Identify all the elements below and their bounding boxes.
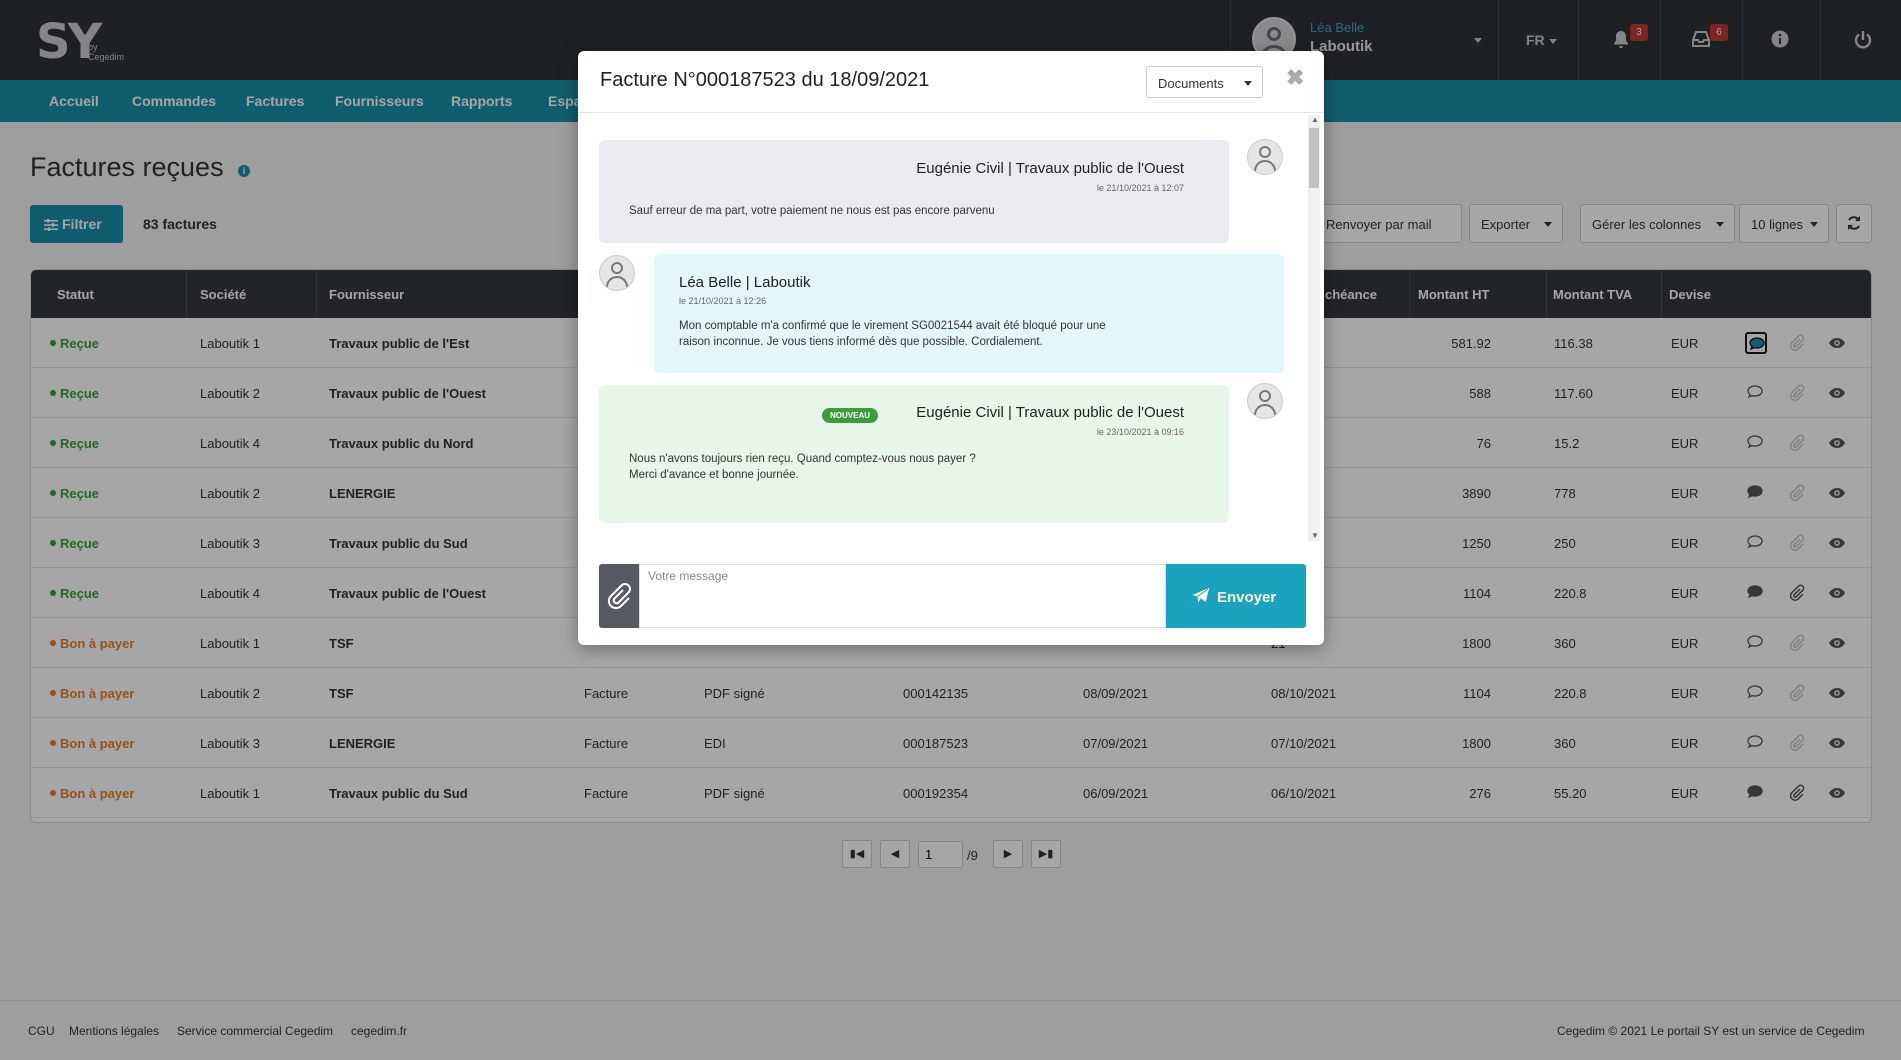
modal-title: Facture N°000187523 du 18/09/2021 (600, 69, 930, 91)
close-icon[interactable]: ✖ (1286, 65, 1304, 91)
message-author: Eugénie Civil | Travaux public de l'Oues… (916, 160, 1184, 177)
invoice-chat-modal: Facture N°000187523 du 18/09/2021 Docume… (578, 51, 1324, 645)
message-line: Sauf erreur de ma part, votre paiement n… (629, 205, 995, 217)
message-date: le 21/10/2021 à 12:07 (1096, 183, 1184, 193)
new-badge: NOUVEAU (822, 408, 879, 423)
documents-select[interactable]: Documents (1146, 66, 1263, 98)
message-date: le 23/10/2021 à 09:16 (1096, 427, 1184, 437)
attach-button[interactable] (599, 564, 639, 628)
avatar (1247, 383, 1283, 419)
scrollbar-thumb[interactable] (1309, 128, 1319, 188)
message-line: Nous n'avons toujours rien reçu. Quand c… (629, 453, 976, 465)
message-date: le 21/10/2021 à 12:26 (679, 296, 767, 306)
message-text: Nous n'avons toujours rien reçu. Quand c… (629, 451, 1169, 483)
message-text: Mon comptable m'a confirmé que le vireme… (679, 318, 1219, 350)
send-button[interactable]: Envoyer (1166, 564, 1306, 628)
message-line: raison inconnue. Je vous tiens informé d… (679, 336, 1043, 348)
scroll-down-icon[interactable]: ▼ (1311, 531, 1319, 540)
message-supplier: Eugénie Civil | Travaux public de l'Oues… (599, 140, 1229, 243)
message-author: Léa Belle | Laboutik (679, 274, 811, 291)
message-me: Léa Belle | Laboutik le 21/10/2021 à 12:… (654, 254, 1284, 373)
send-icon (1189, 586, 1211, 606)
chevron-down-icon (1244, 81, 1252, 86)
send-label: Envoyer (1217, 589, 1277, 606)
scroll-up-icon[interactable]: ▲ (1311, 115, 1319, 124)
message-author: Eugénie Civil | Travaux public de l'Oues… (916, 404, 1184, 421)
compose-area: Votre message Envoyer (578, 544, 1324, 645)
documents-label: Documents (1158, 76, 1224, 91)
message-input[interactable]: Votre message (639, 564, 1166, 628)
message-supplier-new: NOUVEAU Eugénie Civil | Travaux public d… (599, 385, 1229, 523)
message-line: Merci d'avance et bonne journée. (629, 469, 799, 481)
message-text: Sauf erreur de ma part, votre paiement n… (629, 203, 1169, 219)
avatar (599, 255, 635, 291)
message-line: Mon comptable m'a confirmé que le vireme… (679, 320, 1106, 332)
avatar (1247, 139, 1283, 175)
messages-panel: Eugénie Civil | Travaux public de l'Oues… (578, 112, 1324, 544)
paperclip-icon (607, 583, 631, 610)
